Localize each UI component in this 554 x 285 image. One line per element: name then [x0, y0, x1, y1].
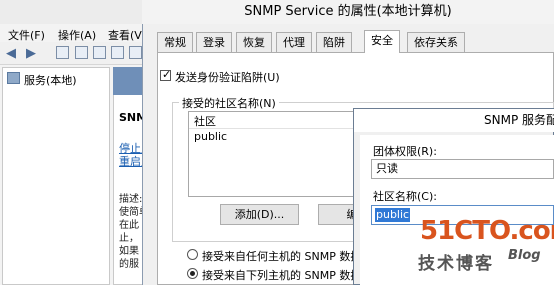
refresh-icon[interactable]: [93, 46, 106, 59]
services-node-icon: [7, 72, 20, 84]
tab-traps[interactable]: 陷阱: [316, 32, 352, 52]
checkmark-icon: ✓: [162, 68, 172, 81]
export-icon[interactable]: [111, 46, 124, 59]
community-name-label: 社区名称(C):: [373, 190, 437, 203]
menu-file[interactable]: 文件(F): [8, 27, 45, 43]
send-auth-trap-label: 发送身份验证陷阱(U): [175, 71, 280, 84]
list-item[interactable]: public: [194, 130, 227, 143]
column-header-community[interactable]: 社区: [194, 113, 216, 129]
forward-icon[interactable]: ▶: [26, 46, 36, 61]
accept-any-host-radio[interactable]: [187, 249, 198, 260]
services-tree: [2, 67, 110, 285]
description-line: 在此: [119, 220, 139, 231]
tab-recovery[interactable]: 恢复: [236, 32, 272, 52]
description-line: 的服: [119, 259, 139, 270]
help-icon[interactable]: [129, 46, 142, 59]
tab-general[interactable]: 常规: [157, 32, 193, 52]
snmp-config-title: SNMP 服务配: [354, 109, 554, 132]
tree-item-services-local[interactable]: 服务(本地): [24, 72, 77, 88]
community-name-value: public: [375, 208, 411, 222]
tab-dependencies[interactable]: 依存关系: [407, 32, 465, 52]
community-rights-select[interactable]: 只读: [371, 159, 554, 179]
accepted-communities-label: 接受的社区名称(N): [179, 95, 279, 111]
watermark-logo: 51CTO.com: [420, 216, 554, 246]
description-line: 如果: [119, 246, 139, 257]
description-line: 止，: [119, 233, 139, 244]
show-tree-icon[interactable]: [56, 46, 69, 59]
add-button[interactable]: 添加(D)...: [220, 204, 299, 225]
accept-these-hosts-radio[interactable]: [187, 268, 198, 279]
services-titlebar: [0, 0, 150, 24]
menu-action[interactable]: 操作(A): [58, 27, 96, 43]
tab-security[interactable]: 安全: [364, 30, 400, 53]
community-rights-label: 团体权限(R):: [373, 145, 437, 158]
radio-selected-dot: [190, 271, 195, 276]
description-line: 描述:: [119, 194, 143, 205]
dialog-title: SNMP Service 的属性(本地计算机): [142, 0, 554, 24]
watermark-blog: Blog: [508, 248, 541, 263]
tab-agent[interactable]: 代理: [276, 32, 312, 52]
community-rights-value: 只读: [376, 162, 398, 175]
back-icon[interactable]: ◀: [6, 46, 16, 61]
send-auth-trap-checkbox[interactable]: ✓: [160, 68, 172, 81]
menu-view[interactable]: 查看(V): [108, 27, 146, 43]
watermark-subtitle: 技术博客: [418, 254, 494, 274]
properties-icon[interactable]: [75, 46, 88, 59]
tab-logon[interactable]: 登录: [196, 32, 232, 52]
